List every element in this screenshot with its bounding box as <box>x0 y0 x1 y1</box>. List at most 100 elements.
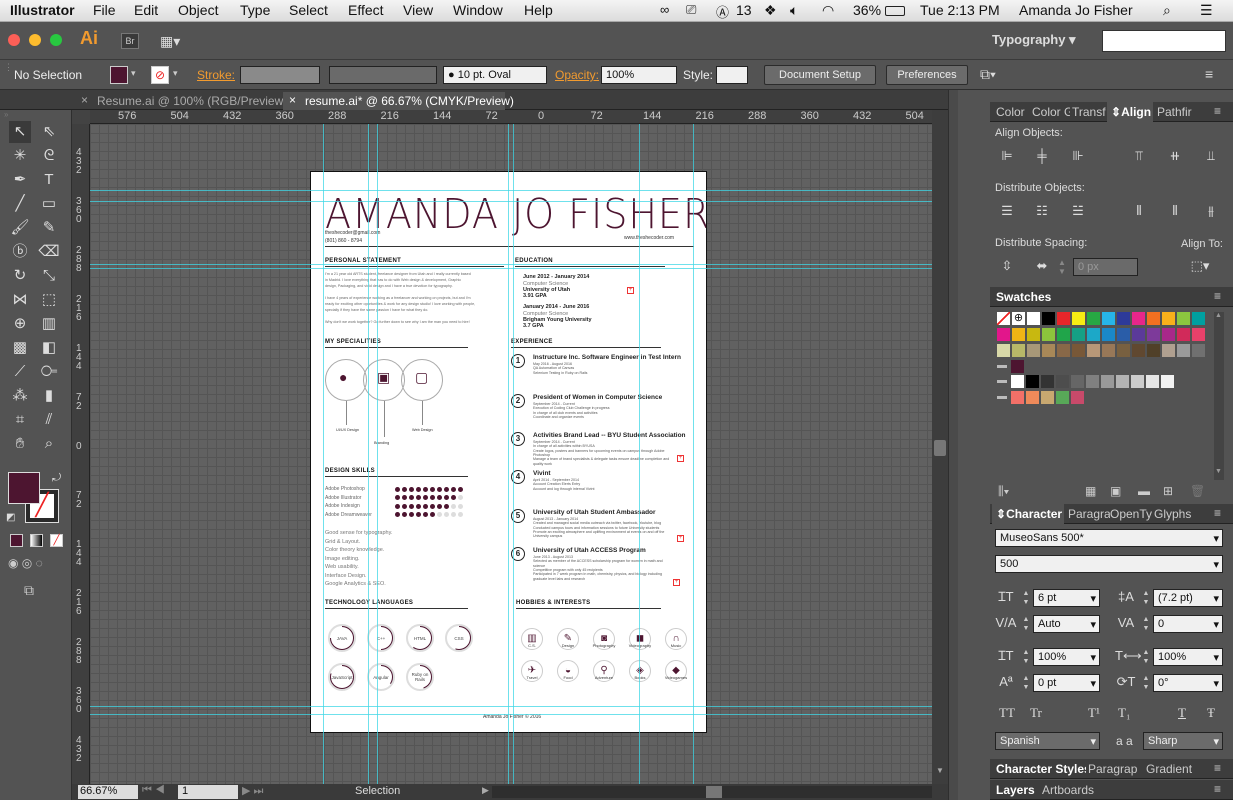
direct-selection-tool-icon[interactable]: ⇖ <box>38 121 60 143</box>
zoom-level-field[interactable]: 66.67% <box>78 785 138 799</box>
superscript-button[interactable]: T¹ <box>1088 705 1100 721</box>
kerning-stepper[interactable]: ▲ ▼ <box>1021 615 1031 633</box>
color-swatch[interactable] <box>1011 375 1024 388</box>
preferences-button[interactable]: Preferences <box>886 65 968 85</box>
hand-tool-icon[interactable]: ✋︎ <box>9 433 31 455</box>
opacity-label[interactable]: Opacity: <box>555 68 599 82</box>
vertical-ruler[interactable]: 4 3 2 3 6 0 2 8 8 2 1 6 1 4 4 7 2 0 7 2 1 4 4 2 1… <box>72 124 90 784</box>
spacing-stepper[interactable]: ▲ ▼ <box>1058 258 1066 276</box>
color-swatch[interactable] <box>1057 328 1070 341</box>
color-swatch[interactable] <box>1042 312 1055 325</box>
next-artboard-icon[interactable]: ▶ ⏭ <box>242 784 263 798</box>
minimize-window-button[interactable] <box>29 34 41 46</box>
stroke-weight-field[interactable] <box>240 66 320 84</box>
color-swatch[interactable] <box>1072 328 1085 341</box>
variable-width-dropdown[interactable] <box>329 66 437 84</box>
tab-swatches[interactable]: Swatches <box>992 287 1062 307</box>
airplay-icon[interactable]: ⎚ <box>686 2 696 18</box>
pen-tool-icon[interactable]: ✒ <box>9 169 31 191</box>
color-swatch[interactable] <box>1056 375 1069 388</box>
resume-name[interactable]: AMANDA JO FISHER <box>325 190 706 238</box>
menu-view[interactable]: View <box>403 2 433 18</box>
color-swatch[interactable] <box>1072 344 1085 357</box>
color-swatch[interactable] <box>1177 328 1190 341</box>
horizontal-scale-field[interactable]: 100% ▾ <box>1153 648 1223 666</box>
canvas-pasteboard[interactable]: AMANDA JO FISHER theshecoder@gmail.com (… <box>90 124 932 784</box>
first-artboard-icon[interactable]: ⏮ ◀ <box>142 784 165 797</box>
color-swatch[interactable] <box>1192 328 1205 341</box>
baseline-shift-stepper[interactable]: ▲ ▼ <box>1021 674 1031 692</box>
scrollbar-thumb[interactable] <box>706 786 722 798</box>
canvas-vertical-scrollbar[interactable]: ▼ <box>932 110 948 784</box>
language-dropdown[interactable]: Spanish ▾ <box>995 732 1100 750</box>
tech-ring[interactable]: C++ <box>367 624 395 652</box>
color-swatch[interactable] <box>1146 375 1159 388</box>
menu-app-name[interactable]: Illustrator <box>10 2 75 18</box>
free-transform-tool-icon[interactable]: ⬚ <box>38 289 60 311</box>
color-swatch[interactable] <box>1117 328 1130 341</box>
width-tool-icon[interactable]: ⋈ <box>9 289 31 311</box>
notification-center-icon[interactable]: ☰ <box>1200 2 1213 19</box>
color-swatch[interactable] <box>1041 375 1054 388</box>
guide-vertical[interactable] <box>513 124 514 784</box>
small-caps-button[interactable]: Tr <box>1030 705 1042 721</box>
anti-aliasing-dropdown[interactable]: Sharp ▾ <box>1143 732 1223 750</box>
tab-character[interactable]: ⇕Character <box>992 504 1064 524</box>
zoom-window-button[interactable] <box>50 34 62 46</box>
paintbrush-tool-icon[interactable]: 🖌︎ <box>9 217 31 239</box>
fill-color-box-front[interactable] <box>8 472 40 504</box>
tech-ring[interactable]: CSS <box>445 624 473 652</box>
horizontal-distribute-left-icon[interactable]: ⫴ <box>1130 203 1148 219</box>
underline-button[interactable]: T <box>1178 705 1186 721</box>
horizontal-distribute-space-icon[interactable]: ⬌ <box>1033 258 1051 274</box>
menu-object[interactable]: Object <box>178 2 218 18</box>
all-caps-button[interactable]: TT <box>999 705 1015 721</box>
artboard-tool-icon[interactable]: ⌗ <box>9 409 31 431</box>
tech-ring[interactable]: JavaScript <box>328 663 356 691</box>
show-swatch-kinds-icon[interactable]: ▦ <box>1085 484 1096 498</box>
shape-builder-tool-icon[interactable]: ⊕ <box>9 313 31 335</box>
perspective-grid-tool-icon[interactable]: ▥ <box>38 313 60 335</box>
tab-character-styles[interactable]: Character Styles <box>992 759 1086 779</box>
rectangle-tool-icon[interactable]: ▭ <box>38 193 60 215</box>
tracking-field[interactable]: 0 ▾ <box>1153 615 1223 633</box>
lasso-tool-icon[interactable]: ᘓ <box>38 145 60 167</box>
resume-website[interactable]: www.theshecoder.com <box>624 235 674 241</box>
color-swatch[interactable] <box>1102 328 1115 341</box>
color-swatch[interactable] <box>1162 328 1175 341</box>
color-swatch[interactable] <box>1116 375 1129 388</box>
color-swatch[interactable] <box>997 312 1010 325</box>
tech-ring[interactable]: Angular <box>367 663 395 691</box>
subscript-button[interactable]: T₁ <box>1118 705 1130 721</box>
horizontal-distribute-right-icon[interactable]: ⫵ <box>1202 203 1220 219</box>
rotate-tool-icon[interactable]: ↻ <box>9 265 31 287</box>
color-swatch[interactable] <box>1087 344 1100 357</box>
hobbies-heading[interactable]: HOBBIES & INTERESTS <box>516 600 590 606</box>
color-swatch[interactable] <box>1057 344 1070 357</box>
swatch-group-folder-icon[interactable]: ▬ <box>997 391 1010 404</box>
swatches-scrollbar[interactable]: ▲ ▼ <box>1214 312 1224 480</box>
slice-tool-icon[interactable]: ⫽ <box>38 409 60 431</box>
arrange-documents-icon[interactable]: ▦▾ <box>160 33 180 50</box>
panel-menu-icon[interactable]: ≡ <box>1214 289 1221 303</box>
leading-stepper[interactable]: ▲ ▼ <box>1141 589 1151 607</box>
guide-vertical[interactable] <box>639 124 640 784</box>
user-name[interactable]: Amanda Jo Fisher <box>1019 2 1133 18</box>
kerning-field[interactable]: Auto ▾ <box>1033 615 1100 633</box>
infinity-icon[interactable]: ∞ <box>660 2 669 17</box>
scroll-up-icon[interactable]: ▲ <box>1215 312 1222 319</box>
vertical-align-top-icon[interactable]: ⫪ <box>1130 148 1148 164</box>
clock[interactable]: Tue 2:13 PM <box>920 2 1000 18</box>
baseline-shift-field[interactable]: 0 pt ▾ <box>1033 674 1100 692</box>
specialities-heading[interactable]: MY SPECIALITIES <box>325 339 381 345</box>
color-swatch[interactable] <box>1102 344 1115 357</box>
wifi-icon[interactable]: ◠ <box>822 2 834 19</box>
color-swatch[interactable] <box>1011 391 1024 404</box>
fill-swatch[interactable] <box>110 66 128 84</box>
tab-paragraph-styles[interactable]: Paragrap <box>1084 759 1140 779</box>
guide-vertical[interactable] <box>693 124 694 784</box>
tab-gradient[interactable]: Gradient <box>1142 759 1198 779</box>
isolate-object-icon[interactable]: ⧉▾ <box>980 66 996 83</box>
stroke-dropdown-icon[interactable]: ▾ <box>173 68 178 79</box>
swap-fill-stroke-icon[interactable]: ⤾ <box>52 472 61 485</box>
